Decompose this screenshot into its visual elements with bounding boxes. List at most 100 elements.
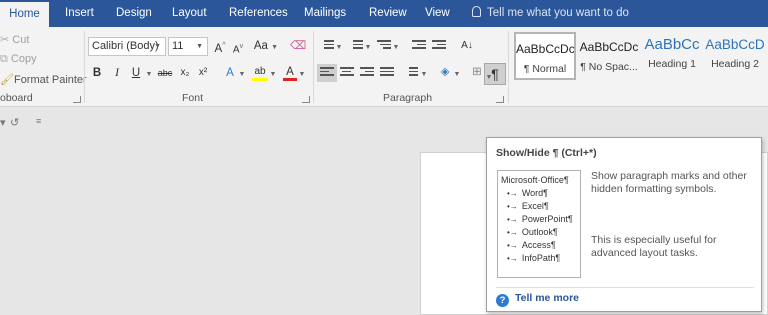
tooltip-extra: This is especially useful for advanced l… [591,234,717,259]
undo-button[interactable]: ▾ [0,116,6,129]
superscript-button[interactable]: x² [196,64,210,82]
copy-icon: ⧉ [0,53,8,65]
style-sample: AaBbCcDc [516,42,575,56]
sort-button[interactable]: A↓ [458,37,476,55]
paragraph-group-label: Paragraph [383,92,433,104]
tab-design[interactable]: Design [116,0,152,27]
tab-home[interactable]: Home [0,0,49,27]
font-size-value: 11 [172,40,184,52]
group-divider [84,31,85,103]
style-name: Heading 1 [648,58,696,70]
cut-label: Cut [12,34,30,46]
style-sample: AaBbCcDc [579,40,639,54]
help-icon: ? [496,294,509,307]
tab-insert[interactable]: Insert [65,0,94,27]
text-effects-button[interactable]: A [223,64,237,82]
customize-qat-button[interactable]: ≡ [36,116,41,126]
highlight-button[interactable]: ab [252,63,268,81]
style-normal[interactable]: AaBbCcDc ¶ Normal [514,32,576,80]
shrink-font-button[interactable]: Av [231,38,245,56]
tab-view[interactable]: View [425,0,450,27]
subscript-button[interactable]: x₂ [178,64,192,82]
font-color-button[interactable]: A [283,63,297,81]
bullets-icon[interactable] [320,40,334,52]
style-sample: AaBbCcD [705,37,765,52]
underline-dropdown[interactable]: ▼ [145,64,153,82]
tooltip-preview: Microsoft·Office¶ •→ Word¶ •→ Excel¶ •→ Pow… [497,170,581,278]
redo-icon: ↺ [10,117,20,129]
numbering-icon[interactable] [349,40,363,52]
style-heading-2[interactable]: AaBbCcD Heading 2 [704,32,766,80]
borders-icon[interactable]: ⊞ [470,63,484,81]
tell-me-search[interactable]: Tell me what you want to do [472,0,629,27]
align-left-icon[interactable] [317,64,337,82]
style-no-spacing[interactable]: AaBbCcDc ¶ No Spac... [578,32,640,80]
paragraph-launcher-icon[interactable] [496,96,504,103]
font-color-dropdown[interactable]: ▼ [298,64,306,82]
tab-arrow-icon: •→ [507,189,518,198]
bullets-dropdown[interactable]: ▼ [335,37,343,55]
multilevel-list-icon[interactable] [377,40,391,52]
align-right-icon[interactable] [360,67,374,79]
clipboard-group-label: oboard [0,92,33,104]
style-heading-1[interactable]: AaBbCc Heading 1 [641,32,703,80]
tab-arrow-icon: •→ [507,254,518,263]
preview-item-label: Access¶ [521,240,556,250]
grow-font-button[interactable]: A^ [212,37,228,55]
tab-arrow-icon: •→ [507,228,518,237]
preview-title: Microsoft·Office¶ [501,175,569,185]
style-name: ¶ Normal [523,63,567,75]
ribbon: ✂ Cut ⧉ Copy 🖌Format Painter oboard Cali… [0,27,768,107]
tab-layout[interactable]: Layout [172,0,207,27]
redo-button[interactable]: ↺ [10,116,19,129]
list-item: •→ Access¶ [501,240,577,250]
strikethrough-button[interactable]: abc [156,64,174,82]
list-item: •→ Excel¶ [501,201,577,211]
chevron-down-icon: ▼ [196,43,203,50]
align-center-icon[interactable] [340,67,354,79]
clear-formatting-icon[interactable]: ⌫ [290,37,306,55]
tab-review[interactable]: Review [369,0,407,27]
multilevel-dropdown[interactable]: ▼ [392,37,400,55]
preview-item-label: Word¶ [521,188,548,198]
tab-mailings[interactable]: Mailings [304,0,346,27]
tab-references[interactable]: References [229,0,288,27]
font-name-value: Calibri (Body) [92,40,159,52]
tell-me-more-label: Tell me more [515,292,579,304]
font-launcher-icon[interactable] [302,96,310,103]
highlight-label: ab [254,66,266,77]
tell-me-more-link[interactable]: ? Tell me more [496,292,579,307]
tab-arrow-icon: •→ [507,215,518,224]
underline-button[interactable]: U [129,64,143,82]
font-size-dropdown[interactable]: 11 ▼ [168,37,208,56]
shading-icon[interactable]: ◈ [438,63,452,81]
sort-label: A↓ [461,40,473,51]
cut-button[interactable]: ✂ Cut [0,33,29,46]
style-name: ¶ No Spac... [580,61,638,73]
decrease-indent-icon[interactable] [412,40,426,52]
increase-indent-icon[interactable] [432,40,446,52]
borders-dropdown[interactable]: ▼ [485,67,493,85]
justify-icon[interactable] [380,67,394,79]
list-item: •→ Word¶ [501,188,577,198]
ribbon-tab-bar: Home Insert Design Layout References Mai… [0,0,768,27]
shading-dropdown[interactable]: ▼ [453,64,461,82]
numbering-dropdown[interactable]: ▼ [364,37,372,55]
scissors-icon: ✂ [0,34,10,46]
italic-button[interactable]: I [111,64,123,82]
line-spacing-icon[interactable] [404,67,418,79]
text-effects-dropdown[interactable]: ▼ [238,64,246,82]
tab-arrow-icon: •→ [507,241,518,250]
font-name-dropdown[interactable]: Calibri (Body) ▼ [88,37,166,56]
format-painter-button[interactable]: 🖌Format Painter [0,73,87,86]
preview-item-label: Outlook¶ [521,227,558,237]
brush-icon: 🖌 [0,74,14,86]
customize-icon: ≡ [36,116,42,126]
copy-button[interactable]: ⧉ Copy [0,53,37,66]
list-item: •→ InfoPath¶ [501,253,577,263]
clipboard-launcher-icon[interactable] [73,96,81,103]
change-case-button[interactable]: Aa ▼ [253,37,279,55]
bold-button[interactable]: B [91,64,103,82]
line-spacing-dropdown[interactable]: ▼ [420,64,428,82]
highlight-dropdown[interactable]: ▼ [269,64,277,82]
